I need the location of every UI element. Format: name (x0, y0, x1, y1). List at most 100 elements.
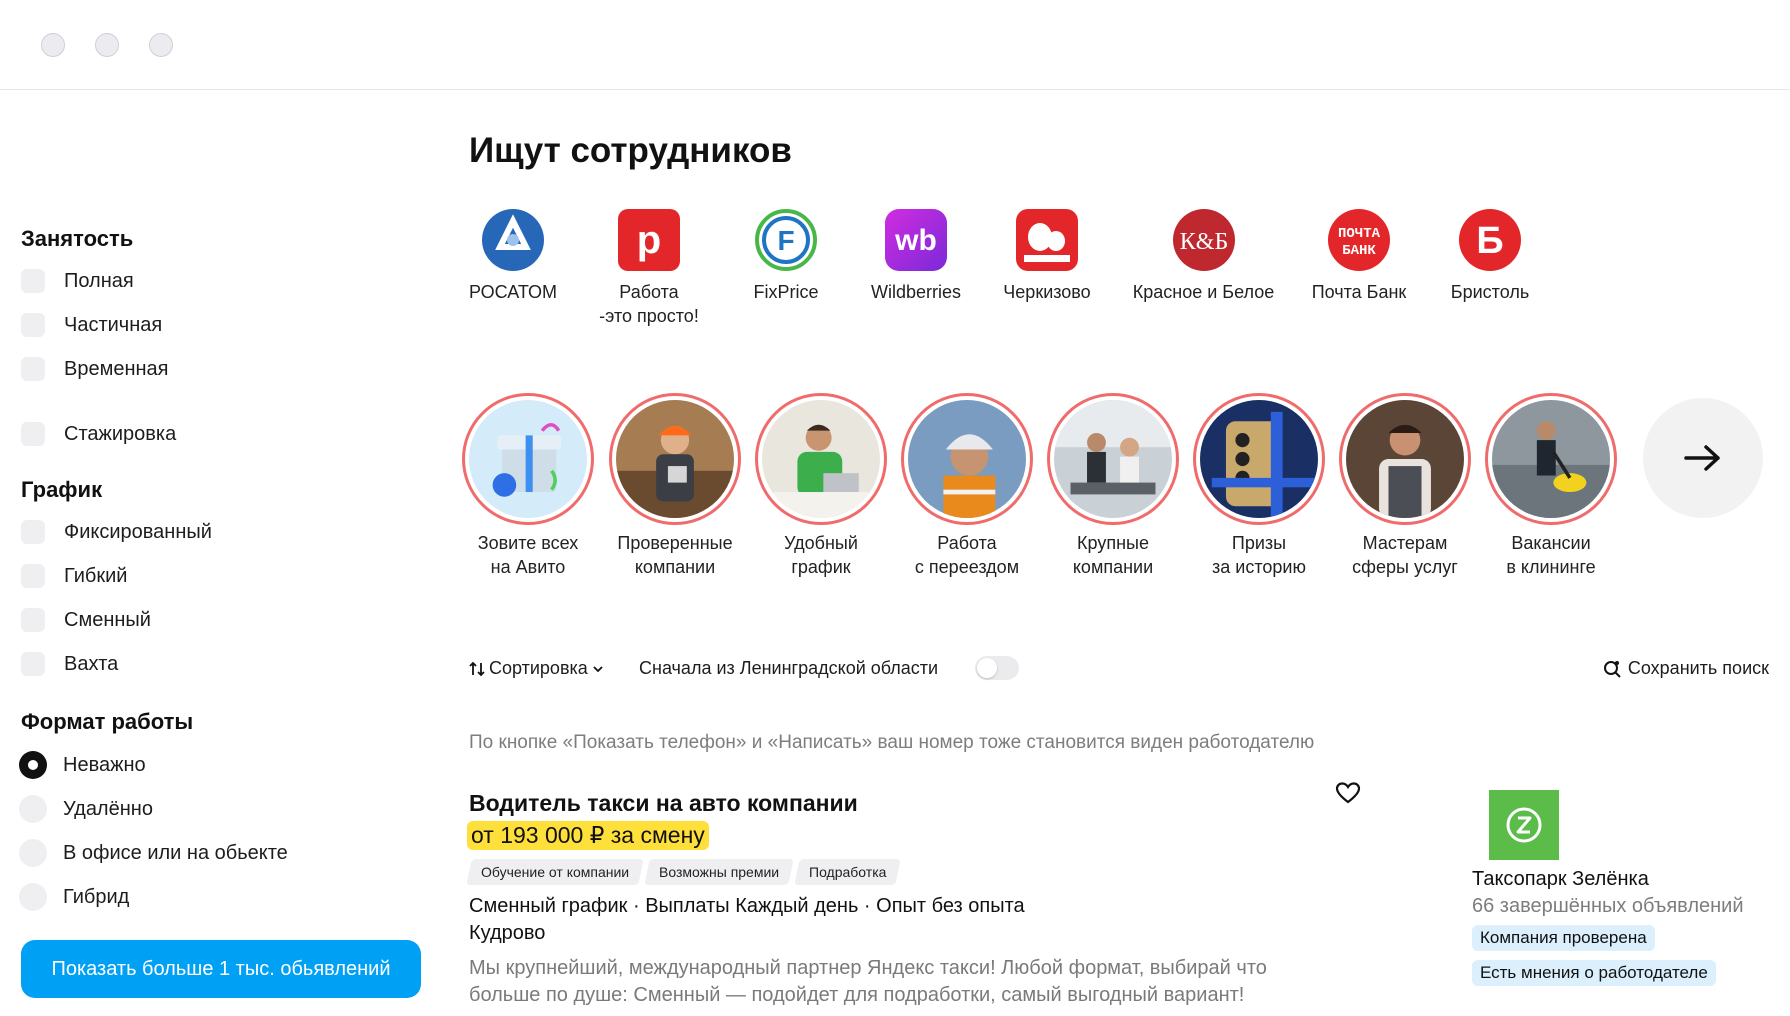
company-verified-badge: Компания проверена (1472, 925, 1655, 951)
employment-option-full[interactable]: Полная (21, 266, 134, 296)
listing-title-link[interactable]: Водитель такси на авто компании (469, 790, 858, 817)
story-verified[interactable]: Проверенные компании (602, 393, 748, 579)
rabota-logo-icon: р (618, 209, 680, 271)
builder-image-icon (908, 400, 1026, 518)
listing-location: Кудрово (469, 922, 546, 944)
brand-wildberries[interactable]: wb Wildberries (846, 209, 986, 304)
window-maximize-button[interactable] (149, 33, 173, 57)
company-reviews-badge[interactable]: Есть мнения о работодателе (1472, 960, 1716, 986)
schedule-option-fixed[interactable]: Фиксированный (21, 517, 212, 547)
listing-salary: от 193 000 ₽ за смену (467, 821, 709, 850)
checkbox[interactable] (21, 357, 45, 381)
save-search-icon (1603, 660, 1621, 678)
story-invite[interactable]: Зовите всех на Авито (455, 393, 601, 579)
brand-rabota[interactable]: р Работа -это просто! (579, 209, 719, 328)
heart-icon (1335, 782, 1361, 804)
save-search-button[interactable]: Сохранить поиск (1602, 658, 1769, 679)
employment-option-temp[interactable]: Временная (21, 354, 169, 384)
favorite-button[interactable] (1335, 781, 1361, 810)
story-prizes[interactable]: Призы за историю (1186, 393, 1332, 579)
schedule-title: График (21, 477, 103, 502)
employment-option-intern[interactable]: Стажировка (21, 419, 176, 449)
checkbox[interactable] (21, 313, 45, 337)
svg-text:К&Б: К&Б (1179, 229, 1227, 255)
company-logo-icon (1506, 807, 1542, 843)
schedule-option-shift[interactable]: Сменный (21, 605, 151, 635)
checkbox[interactable] (21, 564, 45, 588)
svg-text:Б: Б (1476, 220, 1503, 262)
phone-visibility-notice: По кнопке «Показать телефон» и «Написать… (469, 732, 1315, 753)
checkbox[interactable] (21, 422, 45, 446)
radio[interactable] (19, 795, 47, 823)
show-more-button[interactable]: Показать больше 1 тыс. обьявлений (21, 940, 421, 998)
checkbox[interactable] (21, 520, 45, 544)
gift-image-icon (469, 400, 587, 518)
work-format-title: Формат работы (21, 709, 194, 734)
listing-tags: Обучение от компании Возможны премии Под… (466, 859, 902, 885)
story-schedule[interactable]: Удобный график (748, 393, 894, 579)
sort-dropdown[interactable]: Сортировка (469, 658, 604, 679)
listing-tag: Подработка (794, 859, 902, 885)
listing-tag: Возможны премии (644, 859, 794, 885)
brand-fixprice[interactable]: F FixPrice (716, 209, 856, 304)
listing-tag: Обучение от компании (466, 859, 644, 885)
listing-params: Сменный график · Выплаты Каждый день · О… (469, 895, 1025, 917)
office-image-icon (1054, 400, 1172, 518)
region-first-label: Сначала из Ленинградской области (639, 658, 939, 678)
window-minimize-button[interactable] (95, 33, 119, 57)
company-name-link[interactable]: Таксопарк Зелёнка (1472, 868, 1649, 891)
master-image-icon (1346, 400, 1464, 518)
work-format-option-remote[interactable]: Удалённо (19, 794, 153, 824)
brand-krasnoe-beloe[interactable]: К&Б Красное и Белое (1131, 209, 1276, 304)
company-listing-count: 66 завершённых объявлений (1472, 895, 1744, 917)
brand-cherkizovo[interactable]: Черкизово (977, 209, 1117, 304)
phone-image-icon (1200, 400, 1318, 518)
checkbox[interactable] (21, 652, 45, 676)
radio[interactable] (19, 839, 47, 867)
checkbox[interactable] (21, 608, 45, 632)
work-format-option-office[interactable]: В офисе или на обьекте (19, 838, 288, 868)
kb-logo-icon: К&Б (1172, 209, 1235, 271)
page-title: Ищут сотрудников (469, 131, 792, 170)
employment-option-part[interactable]: Частичная (21, 310, 162, 340)
schedule-option-flex[interactable]: Гибкий (21, 561, 127, 591)
window-titlebar (0, 0, 1790, 90)
chevron-down-icon (593, 665, 603, 672)
laptop-image-icon (762, 400, 880, 518)
svg-text:wb: wb (894, 224, 937, 257)
schedule-option-rotation[interactable]: Вахта (21, 649, 118, 679)
arrow-right-icon (1684, 445, 1720, 471)
checkbox[interactable] (21, 269, 45, 293)
window-close-button[interactable] (41, 33, 65, 57)
svg-text:ПОЧТА: ПОЧТА (1338, 226, 1381, 242)
story-relocation[interactable]: Работа с переездом (894, 393, 1040, 579)
svg-text:БАНК: БАНК (1342, 243, 1376, 259)
listing-description: Мы крупнейший, международный партнер Янд… (469, 957, 1267, 1006)
rosatom-logo-icon (482, 209, 544, 271)
pochtabank-logo-icon: ПОЧТА БАНК (1328, 209, 1390, 271)
svg-text:F: F (777, 225, 794, 256)
bristol-logo-icon: Б (1459, 209, 1521, 271)
brand-rosatom[interactable]: РОСАТОМ (443, 209, 583, 304)
cleaning-image-icon (1492, 400, 1610, 518)
company-logo[interactable] (1489, 790, 1559, 860)
fixprice-logo-icon: F (755, 209, 817, 271)
employment-title: Занятость (21, 226, 134, 251)
svg-text:р: р (637, 218, 661, 262)
story-masters[interactable]: Мастерам сферы услуг (1332, 393, 1478, 579)
work-format-option-hybrid[interactable]: Гибрид (19, 882, 129, 912)
worker-image-icon (616, 400, 734, 518)
wildberries-logo-icon: wb (885, 209, 947, 271)
region-first-toggle[interactable] (975, 656, 1019, 680)
brand-pochtabank[interactable]: ПОЧТА БАНК Почта Банк (1289, 209, 1429, 304)
sort-bar: Сортировка Сначала из Ленинградской обла… (469, 656, 1769, 686)
story-big-companies[interactable]: Крупные компании (1040, 393, 1186, 579)
brand-bristol[interactable]: Б Бристоль (1420, 209, 1560, 304)
sort-icon (469, 661, 485, 676)
cherkizovo-logo-icon (1016, 209, 1078, 271)
story-cleaning[interactable]: Вакансии в клининге (1478, 393, 1624, 579)
radio-selected[interactable] (19, 751, 47, 779)
radio[interactable] (19, 883, 47, 911)
stories-next-button[interactable] (1643, 398, 1763, 518)
work-format-option-any[interactable]: Неважно (19, 750, 146, 780)
